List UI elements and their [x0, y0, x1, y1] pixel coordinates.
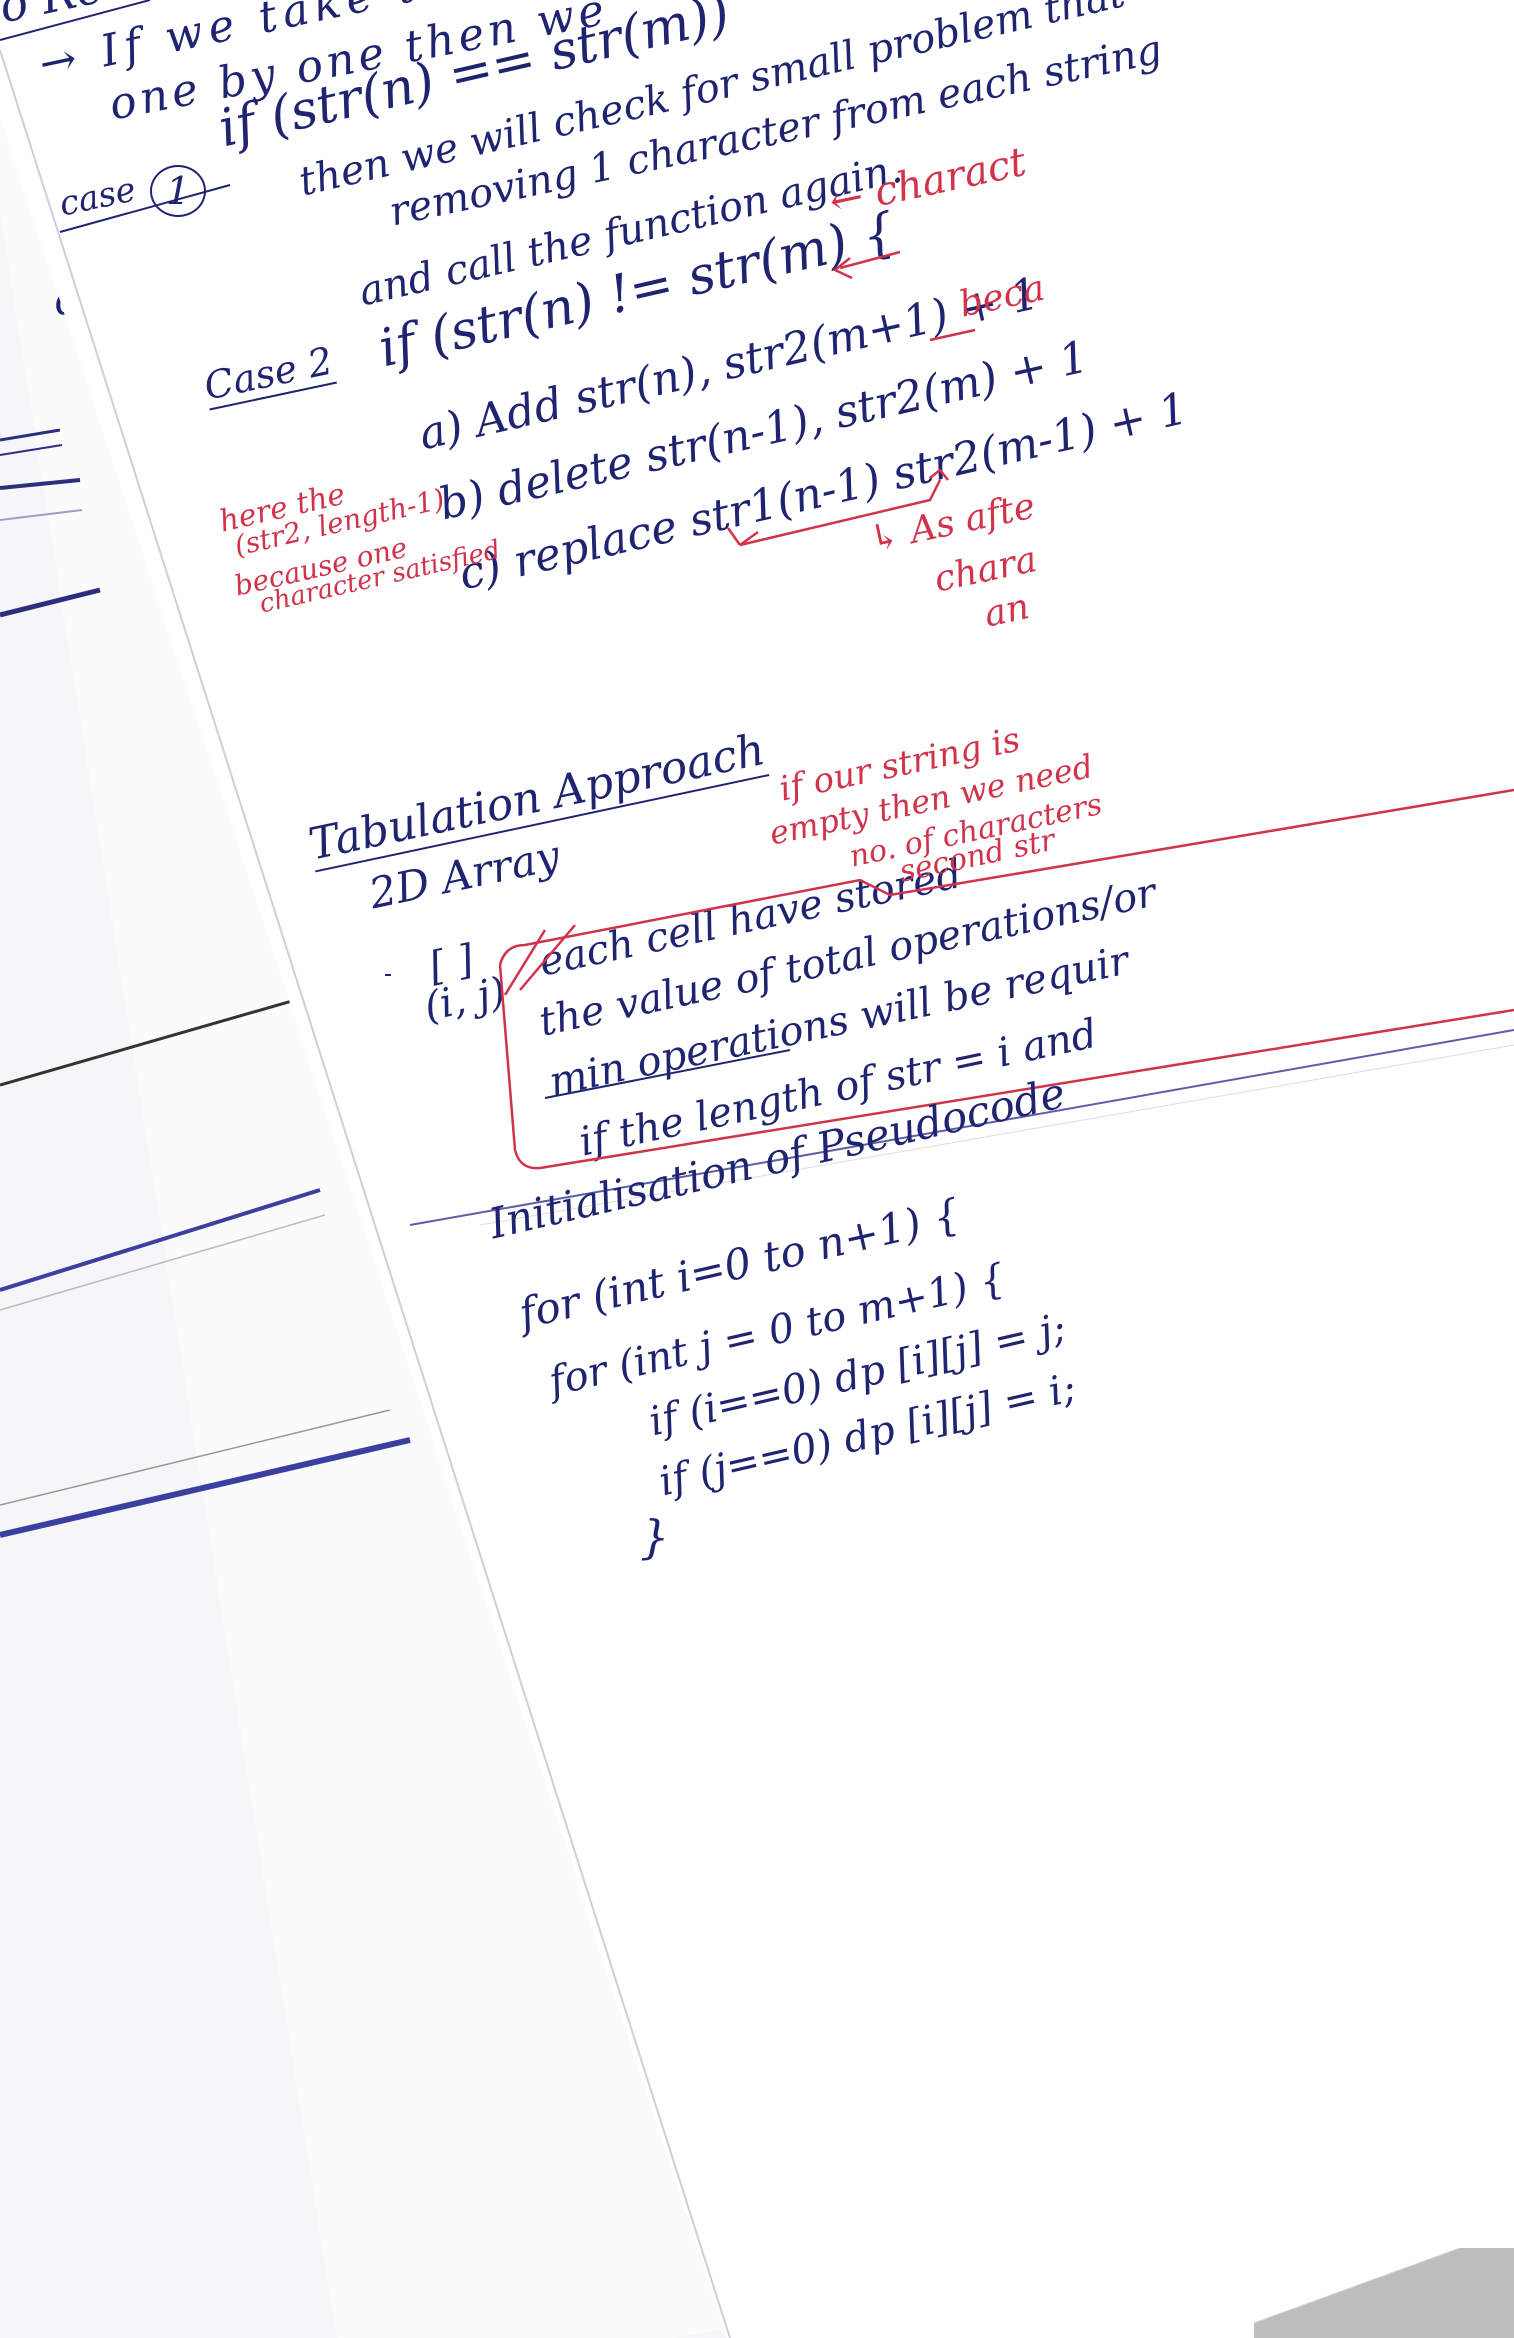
pseudocode-closing: } [640, 1510, 670, 1564]
notebook-photo: der nce o Recu → If we take the one by o… [0, 0, 1514, 2338]
page-corner-shadow [1254, 2248, 1514, 2338]
